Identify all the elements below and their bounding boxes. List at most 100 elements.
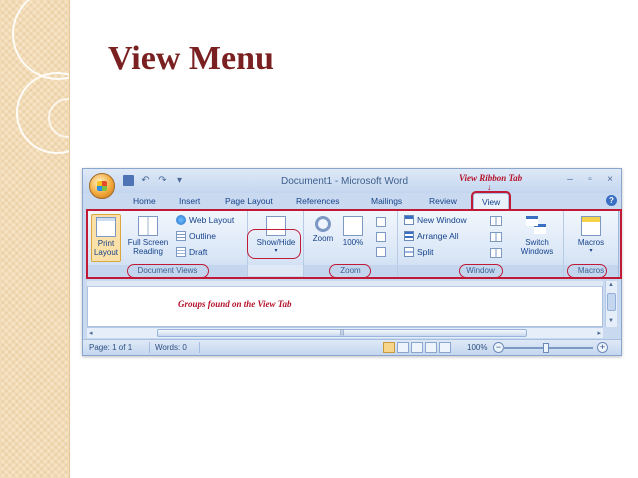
group-show-hide: Show/Hide ▾	[248, 211, 304, 277]
office-button[interactable]	[89, 173, 115, 199]
horizontal-scrollbar[interactable]: ◂ ||| ▸	[87, 327, 603, 338]
web-layout-view-icon[interactable]	[411, 342, 423, 353]
word-count[interactable]: Words: 0	[155, 343, 187, 352]
close-button[interactable]: ×	[605, 174, 615, 185]
group-label-zoom: Zoom	[304, 265, 397, 276]
ribbon: Print Layout Full Screen Reading Web Lay…	[87, 210, 619, 278]
restore-button[interactable]: ▫	[585, 174, 595, 185]
document-area[interactable]: Groups found on the View Tab	[87, 281, 603, 327]
draft-icon	[176, 247, 186, 257]
scroll-down-icon[interactable]: ▼	[608, 318, 614, 324]
arrange-all-label: Arrange All	[417, 231, 459, 241]
group-label-macros: Macros	[564, 265, 618, 276]
tab-references[interactable]: References	[296, 196, 339, 206]
horizontal-scroll-thumb[interactable]: |||	[157, 329, 527, 337]
zoom-100-button[interactable]: 100%	[340, 214, 366, 247]
word-window: ↶ ↷ ▾ Document1 - Microsoft Word View Ri…	[82, 168, 622, 356]
undo-icon[interactable]: ↶	[140, 175, 151, 186]
macros-label: Macros	[577, 238, 605, 247]
window-title: Document1 - Microsoft Word	[281, 176, 409, 187]
show-hide-button[interactable]: Show/Hide ▾	[252, 214, 300, 256]
draft-view-icon[interactable]	[439, 342, 451, 353]
split-label: Split	[417, 247, 434, 257]
draft-label: Draft	[189, 247, 208, 257]
switch-windows-label: Switch Windows	[520, 238, 554, 256]
reset-window-position-icon[interactable]	[490, 248, 502, 258]
ribbon-tabs: Home Insert Page Layout References Maili…	[83, 191, 621, 213]
group-label-document-views: Document Views	[88, 265, 247, 276]
view-side-by-side-icon[interactable]	[490, 216, 502, 226]
status-divider	[149, 342, 150, 353]
two-pages-icon[interactable]	[376, 232, 386, 242]
zoom-icon	[315, 216, 331, 232]
zoom-label: Zoom	[312, 234, 334, 243]
split-button[interactable]: Split	[404, 247, 434, 257]
customize-qat-icon[interactable]: ▾	[174, 175, 185, 186]
page-count[interactable]: Page: 1 of 1	[89, 343, 132, 352]
minimize-button[interactable]: –	[565, 174, 575, 185]
decorative-strip	[0, 0, 70, 478]
tab-view[interactable]: View	[470, 191, 512, 213]
office-logo-icon	[97, 181, 107, 191]
tab-mailings[interactable]: Mailings	[371, 196, 402, 206]
outline-button[interactable]: Outline	[176, 231, 216, 241]
one-page-icon[interactable]	[376, 217, 386, 227]
status-bar: Page: 1 of 1 Words: 0 100% − +	[83, 339, 621, 355]
tab-review[interactable]: Review	[429, 196, 457, 206]
arrange-all-icon	[404, 231, 414, 241]
print-layout-view-icon[interactable]	[383, 342, 395, 353]
annotation-groups-note: Groups found on the View Tab	[178, 299, 292, 309]
outline-label: Outline	[189, 231, 216, 241]
scroll-left-icon[interactable]: ◂	[89, 329, 93, 337]
macros-icon	[581, 216, 601, 236]
vertical-scroll-thumb[interactable]	[607, 293, 616, 311]
web-layout-icon	[176, 215, 186, 225]
switch-windows-button[interactable]: Switch Windows	[514, 214, 560, 256]
full-screen-reading-button[interactable]: Full Screen Reading	[126, 214, 170, 256]
annotation-arrow-icon: ↓	[487, 182, 492, 192]
zoom-100-label: 100%	[342, 238, 364, 247]
chevron-down-icon: ▾	[589, 248, 593, 254]
macros-button[interactable]: Macros ▾	[570, 214, 612, 256]
group-label-window: Window	[398, 265, 563, 276]
redo-icon[interactable]: ↷	[157, 175, 168, 186]
outline-view-icon[interactable]	[425, 342, 437, 353]
group-zoom: Zoom 100% Zoom	[304, 211, 398, 277]
vertical-scrollbar[interactable]: ▲ ▼	[605, 281, 617, 327]
new-window-icon	[404, 215, 414, 225]
split-icon	[404, 247, 414, 257]
chevron-down-icon: ▾	[274, 248, 278, 254]
web-layout-button[interactable]: Web Layout	[176, 215, 234, 225]
group-macros: Macros ▾ Macros	[564, 211, 618, 277]
zoom-in-button[interactable]: +	[597, 342, 608, 353]
group-document-views: Print Layout Full Screen Reading Web Lay…	[88, 211, 248, 277]
tab-page-layout[interactable]: Page Layout	[225, 196, 273, 206]
group-window: New Window Arrange All Split Switch Wind…	[398, 211, 564, 277]
quick-access-toolbar: ↶ ↷ ▾	[123, 175, 185, 186]
help-icon[interactable]: ?	[606, 195, 617, 206]
synchronous-scrolling-icon[interactable]	[490, 232, 502, 242]
web-layout-label: Web Layout	[189, 215, 235, 225]
scroll-up-icon[interactable]: ▲	[608, 282, 614, 288]
print-layout-label: Print Layout	[93, 239, 119, 257]
outline-icon	[176, 231, 186, 241]
new-window-button[interactable]: New Window	[404, 215, 467, 225]
zoom-button[interactable]: Zoom	[310, 214, 336, 243]
save-icon[interactable]	[123, 175, 134, 186]
page-100-icon	[343, 216, 363, 236]
page-width-icon[interactable]	[376, 247, 386, 257]
title-bar: ↶ ↷ ▾ Document1 - Microsoft Word View Ri…	[83, 169, 621, 193]
full-screen-view-icon[interactable]	[397, 342, 409, 353]
zoom-slider-knob[interactable]	[543, 343, 549, 353]
print-layout-button[interactable]: Print Layout	[91, 214, 121, 262]
full-screen-reading-icon	[138, 216, 158, 236]
zoom-level[interactable]: 100%	[467, 343, 487, 352]
arrange-all-button[interactable]: Arrange All	[404, 231, 459, 241]
draft-button[interactable]: Draft	[176, 247, 207, 257]
scroll-right-icon[interactable]: ▸	[597, 329, 601, 337]
tab-home[interactable]: Home	[133, 196, 156, 206]
tab-insert[interactable]: Insert	[179, 196, 200, 206]
group-label-show-hide	[248, 265, 303, 276]
print-layout-icon	[96, 217, 116, 237]
decor-ring	[12, 0, 69, 80]
